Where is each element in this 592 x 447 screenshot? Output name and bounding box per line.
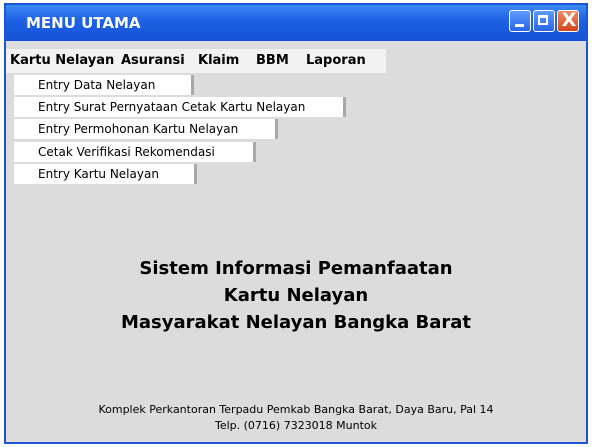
window-title: MENU UTAMA (26, 14, 141, 32)
main-window: MENU UTAMA X Kartu Nelayan Asuransi Klai… (4, 3, 588, 444)
close-button[interactable]: X (557, 10, 579, 32)
title-bar[interactable]: MENU UTAMA X (6, 5, 586, 41)
menu-bar: Kartu Nelayan Asuransi Klaim BBM Laporan (6, 49, 386, 73)
submenu-item-entry-kartu-nelayan[interactable]: Entry Kartu Nelayan (14, 164, 197, 184)
menu-klaim[interactable]: Klaim (198, 53, 239, 68)
headline-line-2: Kartu Nelayan (223, 285, 369, 306)
footer-address: Komplek Perkantoran Terpadu Pemkab Bangk… (98, 403, 494, 416)
minimize-icon (515, 24, 524, 27)
maximize-icon (538, 15, 548, 25)
footer-phone: Telp. (0716) 7323018 Muntok (214, 419, 378, 432)
submenu-item-entry-surat-pernyataan[interactable]: Entry Surat Pernyataan Cetak Kartu Nelay… (14, 97, 346, 117)
minimize-button[interactable] (509, 10, 531, 32)
headline-line-1: Sistem Informasi Pemanfaatan (139, 258, 453, 279)
close-icon: X (561, 9, 577, 31)
menu-bbm[interactable]: BBM (256, 53, 289, 68)
menu-laporan[interactable]: Laporan (306, 53, 366, 68)
submenu-item-entry-data-nelayan[interactable]: Entry Data Nelayan (14, 75, 194, 95)
submenu-item-entry-permohonan[interactable]: Entry Permohonan Kartu Nelayan (14, 119, 278, 139)
menu-asuransi[interactable]: Asuransi (121, 53, 185, 68)
headline-line-3: Masyarakat Nelayan Bangka Barat (120, 312, 472, 333)
submenu-item-cetak-verifikasi[interactable]: Cetak Verifikasi Rekomendasi (14, 142, 256, 162)
maximize-button[interactable] (533, 10, 555, 32)
menu-kartu-nelayan[interactable]: Kartu Nelayan (10, 53, 114, 68)
